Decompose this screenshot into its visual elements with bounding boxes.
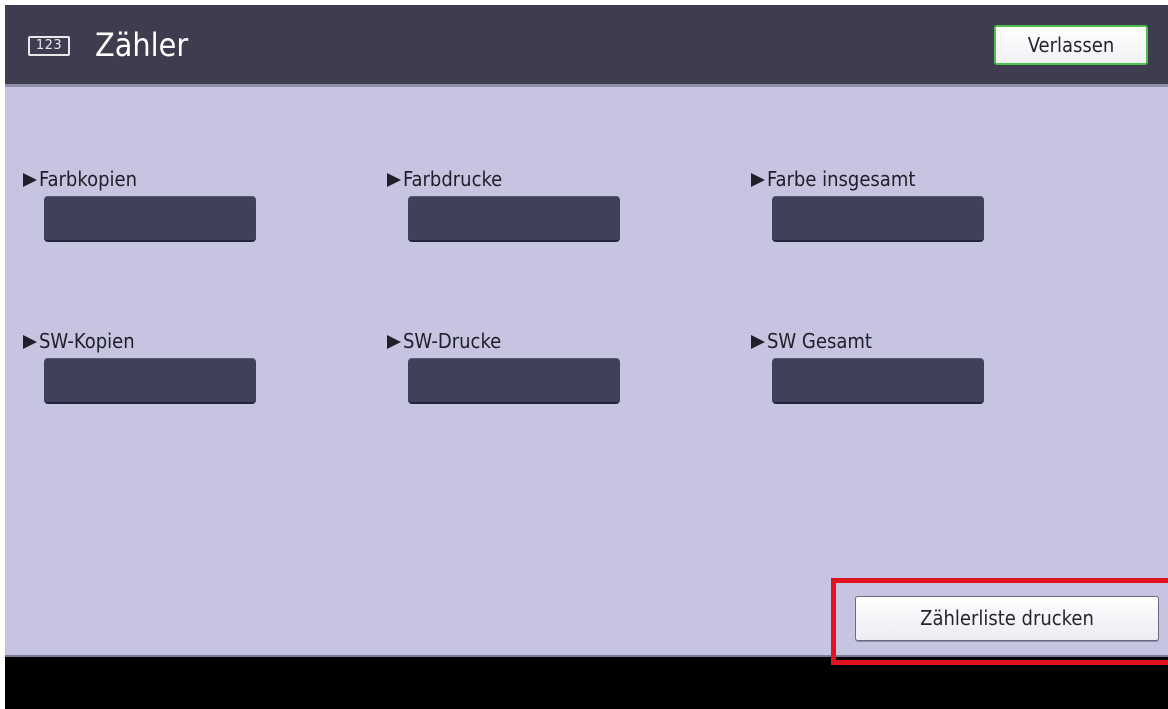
counter-color-copies: Farbkopien bbox=[23, 165, 263, 243]
triangle-right-icon bbox=[751, 335, 765, 349]
counter-value-field bbox=[44, 196, 256, 242]
counter-label: Farbdrucke bbox=[387, 165, 502, 193]
triangle-right-icon bbox=[387, 335, 401, 349]
title-bar: 123 Zähler Verlassen bbox=[5, 5, 1168, 84]
triangle-right-icon bbox=[751, 173, 765, 187]
counter-bw-total: SW Gesamt bbox=[751, 327, 991, 405]
counter-value-field bbox=[408, 196, 620, 242]
counter-value-field bbox=[44, 358, 256, 404]
counter-color-total: Farbe insgesamt bbox=[751, 165, 991, 243]
counter-panel: Farbkopien Farbdrucke Farbe insgesamt SW… bbox=[5, 87, 1168, 655]
counter-screen: 123 Zähler Verlassen Farbkopien Farbdruc… bbox=[5, 5, 1168, 709]
counter-color-prints: Farbdrucke bbox=[387, 165, 627, 243]
counter-label: SW-Drucke bbox=[387, 327, 501, 355]
counter-value-field bbox=[772, 358, 984, 404]
counter-label-text: Farbdrucke bbox=[403, 167, 503, 191]
counter-bw-prints: SW-Drucke bbox=[387, 327, 627, 405]
triangle-right-icon bbox=[23, 173, 37, 187]
counter-label-text: SW-Drucke bbox=[403, 329, 502, 353]
print-counter-list-button[interactable]: Zählerliste drucken bbox=[855, 596, 1159, 641]
counter-value-field bbox=[408, 358, 620, 404]
counter-bw-copies: SW-Kopien bbox=[23, 327, 263, 405]
counter-label: Farbkopien bbox=[23, 165, 137, 193]
counter-label: SW Gesamt bbox=[751, 327, 872, 355]
counter-value-field bbox=[772, 196, 984, 242]
exit-button[interactable]: Verlassen bbox=[994, 25, 1148, 65]
triangle-right-icon bbox=[387, 173, 401, 187]
counter-label: Farbe insgesamt bbox=[751, 165, 915, 193]
counter-label-text: SW Gesamt bbox=[767, 329, 872, 353]
counter-icon: 123 bbox=[28, 36, 70, 56]
counter-label: SW-Kopien bbox=[23, 327, 135, 355]
counter-label-text: Farbe insgesamt bbox=[767, 167, 916, 191]
triangle-right-icon bbox=[23, 335, 37, 349]
page-title: Zähler bbox=[95, 26, 189, 64]
counter-label-text: Farbkopien bbox=[39, 167, 137, 191]
counter-label-text: SW-Kopien bbox=[39, 329, 135, 353]
